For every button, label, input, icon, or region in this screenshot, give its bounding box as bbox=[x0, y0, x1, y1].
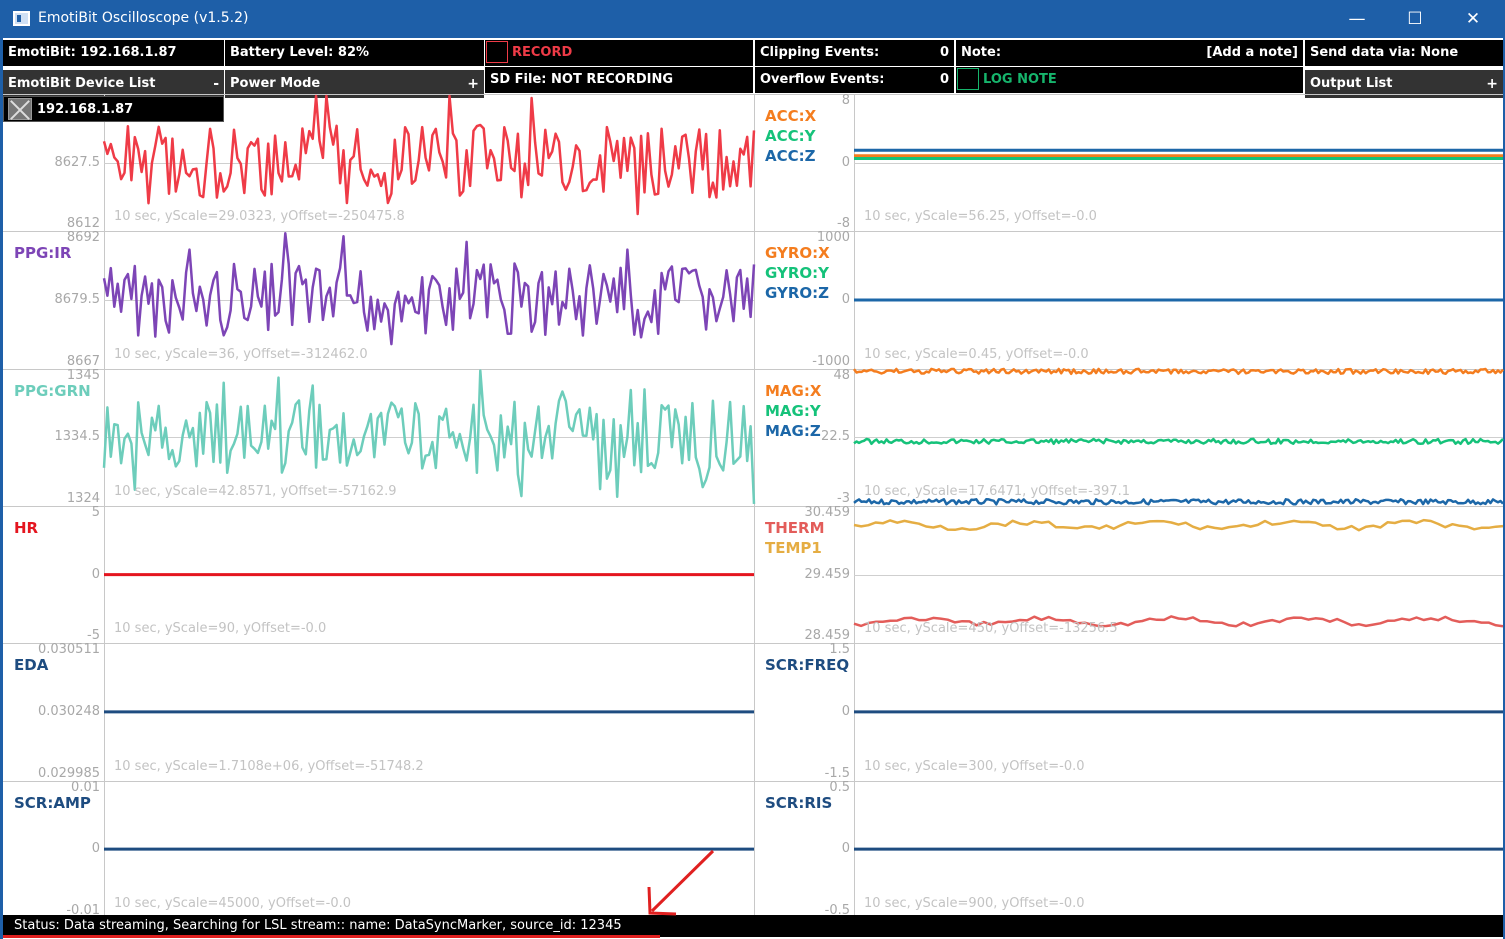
scale-info: 10 sec, yScale=90, yOffset=-0.0 bbox=[114, 621, 327, 637]
y-tick-label: -3 bbox=[837, 490, 850, 506]
scale-info: 10 sec, yScale=1.7108e+06, yOffset=-5174… bbox=[114, 758, 424, 774]
series-label: SCR:FREQ bbox=[765, 656, 850, 675]
y-tick-label: 1.5 bbox=[829, 642, 850, 658]
scale-info: 10 sec, yScale=0.45, yOffset=-0.0 bbox=[864, 346, 1089, 362]
series-label: TEMP1 bbox=[765, 538, 822, 557]
y-tick-label: -5 bbox=[87, 628, 100, 644]
y-tick-label: 8 bbox=[841, 93, 850, 108]
y-tick-label: 8667 bbox=[66, 353, 100, 369]
series-label: MAG:X bbox=[765, 381, 822, 400]
series-label: PPG:IR bbox=[14, 244, 72, 263]
y-tick-label: 0 bbox=[91, 566, 100, 582]
y-tick-label: 0.029985 bbox=[37, 765, 100, 781]
signal-trace bbox=[853, 498, 1504, 506]
y-tick-label: -8 bbox=[837, 216, 850, 232]
scale-info: 10 sec, yScale=300, yOffset=-0.0 bbox=[864, 758, 1085, 774]
y-tick-label: 0.01 bbox=[71, 779, 100, 795]
scale-info: 10 sec, yScale=450, yOffset=-13256.5 bbox=[864, 621, 1118, 637]
series-label: ACC:X bbox=[765, 107, 817, 125]
y-tick-label: 0 bbox=[841, 841, 850, 857]
y-tick-label: 0 bbox=[841, 703, 850, 719]
y-tick-label: 1334.5 bbox=[54, 429, 101, 445]
signal-trace bbox=[853, 518, 1504, 532]
series-label: GYRO:X bbox=[765, 244, 830, 263]
y-tick-label: 0.030248 bbox=[37, 703, 100, 719]
series-label: SCR:AMP bbox=[14, 793, 91, 812]
scale-info: 10 sec, yScale=42.8571, yOffset=-57162.9 bbox=[114, 483, 397, 499]
series-label: MAG:Z bbox=[765, 421, 821, 440]
y-tick-label: 8679.5 bbox=[54, 291, 101, 307]
y-tick-label: 0.5 bbox=[829, 779, 850, 795]
annotation-arrow-icon bbox=[647, 849, 715, 916]
series-label: EDA bbox=[14, 656, 49, 675]
plot-grid bbox=[3, 94, 1504, 919]
y-tick-label: 8627.5 bbox=[54, 154, 101, 170]
y-tick-label: 8612 bbox=[66, 216, 100, 232]
series-label: ACC:Y bbox=[765, 127, 816, 145]
y-tick-label: -1000 bbox=[812, 353, 850, 369]
y-tick-label: 1345 bbox=[66, 367, 100, 383]
scale-info: 10 sec, yScale=29.0323, yOffset=-250475.… bbox=[114, 209, 405, 225]
series-label: PPG:GRN bbox=[14, 381, 91, 400]
y-tick-label: 28.459 bbox=[804, 628, 851, 644]
y-tick-label: 1324 bbox=[66, 490, 100, 506]
status-bar: Status: Data streaming, Searching for LS… bbox=[3, 915, 1503, 937]
y-tick-label: 1000 bbox=[816, 230, 850, 246]
y-tick-label: -1.5 bbox=[824, 765, 850, 781]
device-list-ip: 192.168.1.87 bbox=[37, 102, 134, 117]
device-checkbox[interactable] bbox=[8, 98, 32, 120]
status-annotation-underline bbox=[3, 935, 660, 938]
series-label: THERM bbox=[765, 518, 825, 537]
y-tick-label: 29.459 bbox=[804, 566, 851, 582]
scale-info: 10 sec, yScale=56.25, yOffset=-0.0 bbox=[864, 209, 1097, 225]
scale-info: 10 sec, yScale=36, yOffset=-312462.0 bbox=[114, 346, 368, 362]
scale-info: 10 sec, yScale=45000, yOffset=-0.0 bbox=[114, 895, 352, 911]
y-tick-label: 8692 bbox=[66, 230, 100, 246]
series-label: MAG:Y bbox=[765, 401, 821, 420]
series-label: GYRO:Z bbox=[765, 284, 830, 303]
y-tick-label: 30.459 bbox=[804, 504, 851, 520]
series-label: ACC:Z bbox=[765, 147, 816, 165]
series-label: GYRO:Y bbox=[765, 264, 830, 283]
series-label: HR bbox=[14, 518, 39, 537]
y-tick-label: 0 bbox=[91, 841, 100, 857]
scale-info: 10 sec, yScale=17.6471, yOffset=-397.1 bbox=[864, 483, 1130, 499]
signal-trace bbox=[853, 437, 1504, 446]
y-tick-label: 0.030511 bbox=[37, 642, 100, 658]
series-label: SCR:RIS bbox=[765, 793, 833, 812]
y-tick-label: 5 bbox=[91, 504, 100, 520]
scale-info: 10 sec, yScale=900, yOffset=-0.0 bbox=[864, 895, 1085, 911]
y-tick-label: 48 bbox=[833, 367, 850, 383]
signal-trace bbox=[102, 232, 756, 346]
device-list-item[interactable]: 192.168.1.87 bbox=[3, 96, 224, 122]
